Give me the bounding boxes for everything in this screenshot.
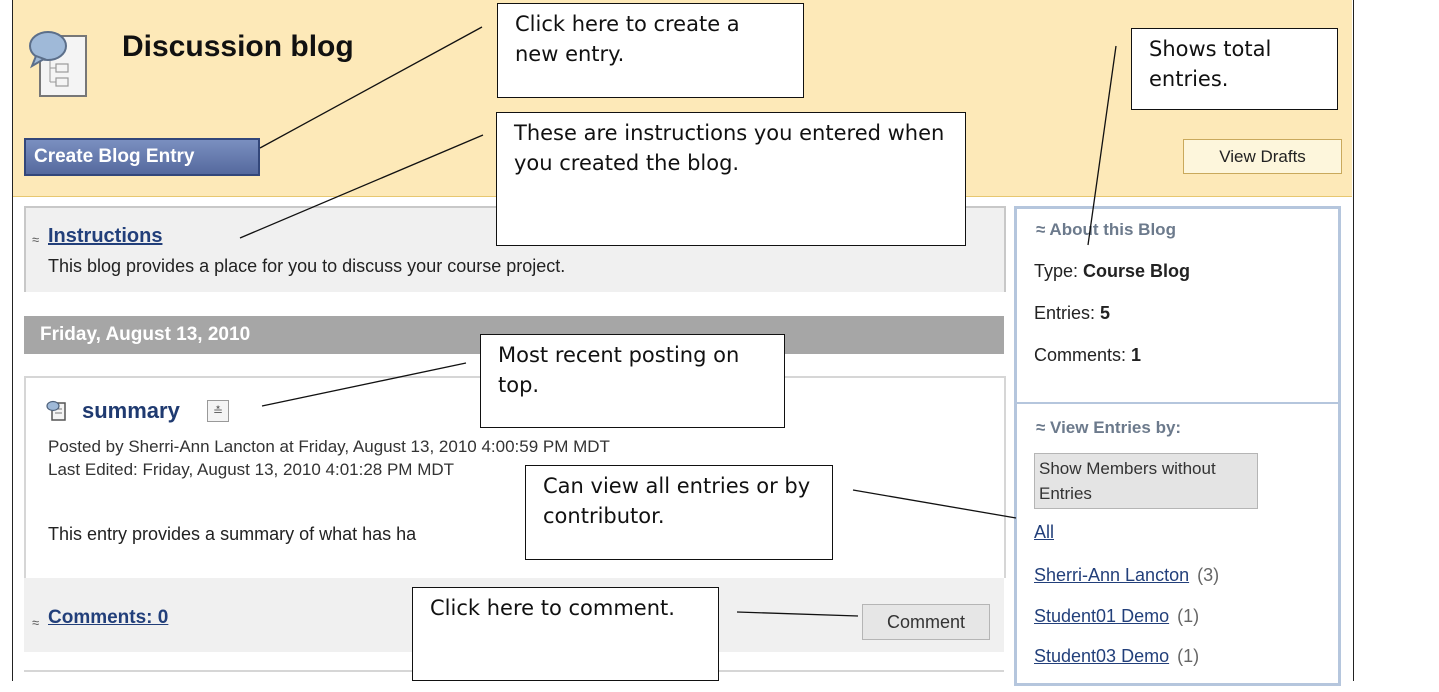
callout-recent-posting: Most recent posting on top. — [480, 334, 785, 428]
comments-count-label: Comments: — [1034, 345, 1132, 365]
member-item: Student01 Demo (1) — [1034, 606, 1199, 627]
instructions-link[interactable]: Instructions — [48, 225, 162, 248]
member-link[interactable]: Student03 Demo — [1034, 646, 1169, 666]
comments-link[interactable]: Comments: 0 — [48, 607, 168, 629]
view-all-link[interactable]: All — [1034, 522, 1054, 543]
member-item: Student03 Demo (1) — [1034, 646, 1199, 667]
view-entries-by-heading[interactable]: ≈ View Entries by: — [1036, 418, 1181, 438]
blog-type-label: Type: — [1034, 261, 1084, 281]
blog-tool-icon — [29, 31, 87, 97]
collapse-icon[interactable]: ≈ — [32, 232, 39, 247]
show-members-without-entries-button[interactable]: Show Members without Entries — [1034, 453, 1258, 509]
entry-posted-by: Posted by Sherri-Ann Lancton at Friday, … — [48, 437, 610, 456]
create-blog-entry-button[interactable]: Create Blog Entry — [24, 138, 260, 176]
blog-entry-icon — [46, 400, 66, 421]
callout-total-entries: Shows total entries. — [1131, 28, 1338, 110]
callout-instructions: These are instructions you entered when … — [496, 112, 966, 246]
chevron-down-icon[interactable]: ≛ — [207, 400, 229, 422]
entries-count-label: Entries: — [1034, 303, 1101, 323]
member-link[interactable]: Sherri-Ann Lancton — [1034, 565, 1189, 585]
member-entry-count: (1) — [1177, 606, 1200, 626]
entry-title-link[interactable]: summary — [82, 398, 180, 424]
comment-button[interactable]: Comment — [862, 604, 990, 640]
member-item: Sherri-Ann Lancton (3) — [1034, 565, 1219, 586]
entries-count-value: 5 — [1100, 303, 1111, 323]
member-entry-count: (1) — [1177, 646, 1200, 666]
blog-type: Type: Course Blog — [1034, 261, 1190, 282]
sidebar-divider — [1017, 402, 1338, 404]
about-blog-heading[interactable]: ≈ About this Blog — [1036, 220, 1176, 240]
entries-count: Entries: 5 — [1034, 303, 1110, 324]
callout-view-by-contributor: Can view all entries or by contributor. — [525, 465, 833, 560]
member-link[interactable]: Student01 Demo — [1034, 606, 1169, 626]
view-drafts-button[interactable]: View Drafts — [1183, 139, 1342, 174]
member-entry-count: (3) — [1197, 565, 1220, 585]
callout-create-entry: Click here to create a new entry. — [497, 3, 804, 98]
page-title: Discussion blog — [122, 30, 354, 63]
entry-last-edited: Last Edited: Friday, August 13, 2010 4:0… — [48, 460, 455, 479]
comments-count: Comments: 1 — [1034, 345, 1141, 366]
blog-type-value: Course Blog — [1083, 261, 1191, 281]
comments-count-value: 1 — [1131, 345, 1142, 365]
instructions-text: This blog provides a place for you to di… — [48, 256, 566, 276]
callout-comment: Click here to comment. — [412, 587, 719, 681]
entry-body: This entry provides a summary of what ha… — [48, 524, 417, 544]
expand-icon[interactable]: ≈ — [32, 615, 39, 630]
